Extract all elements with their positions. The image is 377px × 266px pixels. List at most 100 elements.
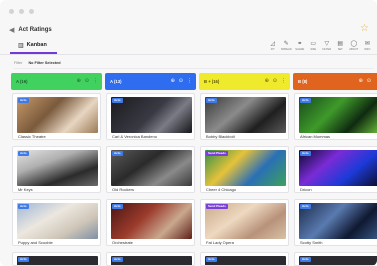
window-minimize-button[interactable]: [19, 8, 24, 14]
act-card[interactable]: Acts: [200, 252, 289, 266]
more-icon[interactable]: ⋮: [187, 78, 192, 84]
african-dancers-photo: [299, 97, 377, 133]
act-card[interactable]: Acts Bobby Blackbolt: [200, 93, 289, 140]
tool-label: SPREAD: [280, 48, 292, 51]
act-photo: [205, 256, 286, 265]
status-badge: Acts: [18, 98, 29, 103]
status-badge: Acts: [18, 204, 29, 209]
toolbar-actions: ◿ FIT ✎ SPREAD ⚭ SHARE ▭ SIZE ▽ FILTER ▤ SET ◯ ABOUT ✉…: [267, 40, 373, 51]
column-title: A (16): [16, 79, 28, 84]
status-badge: Acts: [18, 257, 29, 262]
act-card[interactable]: Acts Mr Keys: [12, 146, 101, 193]
status-badge: Acts: [300, 98, 311, 103]
add-icon[interactable]: ⊕: [77, 78, 81, 84]
column-header[interactable]: B (8)⊕⊙⋮: [293, 73, 377, 90]
favorite-star-icon[interactable]: ☆: [360, 23, 369, 34]
act-name: Mr Keys: [18, 187, 33, 192]
guitarist-photo: [205, 97, 286, 133]
back-icon[interactable]: ◀: [9, 26, 14, 34]
act-name: Scotty Smith: [300, 240, 323, 245]
tool-label: FIT: [270, 48, 275, 51]
status-badge: Acts: [300, 151, 311, 156]
filter-label: Filter: [14, 61, 23, 65]
act-photo: [17, 256, 98, 265]
more-icon[interactable]: ⋮: [93, 78, 98, 84]
kanban-icon: ▥: [18, 42, 24, 49]
act-name: Carl & Veronica Bandeno: [112, 134, 157, 139]
drummer-photo: [299, 203, 377, 239]
act-photo: [111, 256, 192, 265]
column-header[interactable]: B + (16) ⊕ ⊙ ⋮: [199, 73, 290, 90]
act-card[interactable]: Acts Scotty Smith: [294, 199, 377, 246]
act-card[interactable]: Send Pleads Fat Lady Opera: [200, 199, 289, 246]
window-zoom-button[interactable]: [29, 8, 34, 14]
tool-filter-button[interactable]: ▽ FILTER: [321, 40, 333, 51]
tab-kanban[interactable]: ▥ Kanban: [10, 38, 57, 54]
add-icon[interactable]: ⊕: [171, 78, 175, 84]
tool-about-button[interactable]: ◯ ABOUT: [348, 40, 360, 51]
tool-label: ABOUT: [349, 48, 359, 51]
zoom-icon[interactable]: ⊙: [85, 78, 89, 84]
tool-label: INFO: [364, 48, 371, 51]
info-icon: ✉: [364, 41, 370, 47]
filter-divider: [14, 68, 373, 69]
kanban-column: B (8)⊕⊙⋮ActsAfrican MummasActsDriconActs…: [293, 73, 377, 266]
kanban-column: A (13) ⊕ ⊙ ⋮ Acts Carl & Veronica Bandeno Acts…: [105, 73, 196, 266]
act-card[interactable]: Acts Old Rockers: [106, 146, 195, 193]
band-photo: [111, 150, 192, 186]
column-header[interactable]: A (13) ⊕ ⊙ ⋮: [105, 73, 196, 90]
filter-bar[interactable]: Filter No Filter Selected: [0, 57, 377, 69]
status-badge: Send Pleads: [206, 204, 228, 209]
tool-info-button[interactable]: ✉ INFO: [362, 40, 374, 51]
column-actions: ⊕ ⊙ ⋮: [77, 78, 98, 84]
tool-set-button[interactable]: ▤ SET: [335, 40, 347, 51]
zoom-icon[interactable]: ⊙: [179, 78, 183, 84]
add-icon[interactable]: ⊕: [359, 78, 363, 84]
act-card[interactable]: Acts: [12, 252, 101, 266]
tab-kanban-label: Kanban: [26, 42, 47, 48]
kanban-board: A (16) ⊕ ⊙ ⋮ Acts Classic Theatre Acts Mr Keys A…: [11, 73, 377, 266]
act-card[interactable]: Acts Puppy and Scoobie: [12, 199, 101, 246]
column-header[interactable]: A (16) ⊕ ⊙ ⋮: [11, 73, 102, 90]
size-icon: ▭: [310, 41, 317, 47]
act-card[interactable]: Acts Orchestrate: [106, 199, 195, 246]
more-icon[interactable]: ⋮: [281, 78, 286, 84]
app-header: ◀ Act Ratings ☆: [0, 22, 377, 38]
kanban-column: B + (16) ⊕ ⊙ ⋮ Acts Bobby Blackbolt Send Plead…: [199, 73, 290, 266]
status-badge: Acts: [112, 204, 123, 209]
window-close-button[interactable]: [9, 8, 14, 14]
act-name: Cheer 4 Chicago: [206, 187, 237, 192]
act-card[interactable]: Acts Dricon: [294, 146, 377, 193]
act-card[interactable]: Acts African Mummas: [294, 93, 377, 140]
act-card[interactable]: Acts Carl & Veronica Bandeno: [106, 93, 195, 140]
tool-spread-button[interactable]: ✎ SPREAD: [281, 40, 293, 51]
status-badge: Acts: [300, 257, 311, 262]
dogs-photo: [17, 203, 98, 239]
laser-show-photo: [299, 150, 377, 186]
share-icon: ⚭: [297, 41, 303, 47]
status-badge: Acts: [112, 98, 123, 103]
act-card[interactable]: Send Pleads Cheer 4 Chicago: [200, 146, 289, 193]
tool-size-button[interactable]: ▭ SIZE: [308, 40, 320, 51]
zoom-icon[interactable]: ⊙: [367, 78, 371, 84]
filter-value[interactable]: No Filter Selected: [28, 61, 60, 65]
act-card[interactable]: Acts: [294, 252, 377, 266]
dancers-photo: [111, 97, 192, 133]
spread-icon: ✎: [283, 41, 289, 47]
theatre-photo: [17, 97, 98, 133]
zoom-icon[interactable]: ⊙: [273, 78, 277, 84]
tool-label: FILTER: [322, 48, 332, 51]
filter-icon: ▽: [324, 41, 330, 47]
act-card[interactable]: Acts: [106, 252, 195, 266]
act-card[interactable]: Acts Classic Theatre: [12, 93, 101, 140]
act-name: Bobby Blackbolt: [206, 134, 235, 139]
status-badge: Acts: [300, 204, 311, 209]
tool-label: SIZE: [310, 48, 317, 51]
add-icon[interactable]: ⊕: [265, 78, 269, 84]
status-badge: Send Pleads: [206, 151, 228, 156]
tool-share-button[interactable]: ⚭ SHARE: [294, 40, 306, 51]
app-window: ◀ Act Ratings ☆ ▥ Kanban ◿ FIT ✎ SPREAD ⚭ SHA…: [0, 0, 377, 266]
tool-fit-button[interactable]: ◿ FIT: [267, 40, 279, 51]
column-title: A (13): [110, 79, 122, 84]
act-name: Fat Lady Opera: [206, 240, 234, 245]
